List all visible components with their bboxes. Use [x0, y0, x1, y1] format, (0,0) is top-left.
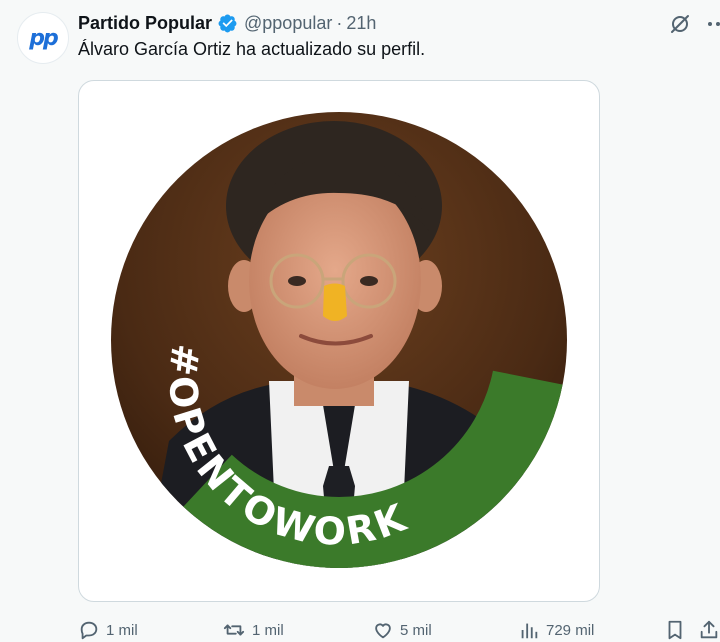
like-count: 5 mil: [400, 621, 432, 639]
author-handle[interactable]: @ppopular: [244, 13, 332, 34]
avatar[interactable]: pp: [17, 12, 69, 64]
reply-icon: [80, 621, 98, 640]
reply-button[interactable]: 1 mil: [78, 618, 138, 642]
views-button[interactable]: 729 mil: [518, 618, 594, 642]
profile-photo-frame: #OPENTOWORK: [111, 112, 567, 568]
tweet-actions: 1 mil 1 mil 5 mil 729 mil: [78, 618, 720, 642]
heart-icon: [375, 623, 391, 639]
avatar-logo: pp: [29, 25, 58, 51]
views-count: 729 mil: [546, 621, 595, 639]
bookmark-button[interactable]: [664, 618, 686, 642]
share-icon: [700, 620, 718, 639]
reply-count: 1 mil: [106, 621, 138, 639]
grok-icon: [671, 15, 689, 33]
tweet[interactable]: pp Partido Popular @ppopular · 21h Álvar…: [0, 0, 720, 642]
separator-dot: ·: [336, 12, 343, 33]
verified-badge-icon: [217, 13, 238, 34]
timestamp[interactable]: 21h: [346, 13, 376, 34]
tweet-media[interactable]: #OPENTOWORK: [78, 80, 600, 602]
share-button[interactable]: [698, 618, 720, 642]
more-button[interactable]: [700, 10, 720, 38]
display-name[interactable]: Partido Popular: [78, 13, 212, 34]
views-icon: [521, 623, 538, 639]
more-icon: [708, 22, 720, 26]
grok-button[interactable]: [666, 10, 694, 38]
bookmark-icon: [668, 620, 682, 640]
retweet-icon: [223, 624, 245, 636]
retweet-count: 1 mil: [252, 621, 284, 639]
tweet-text: Álvaro García Ortiz ha actualizado su pe…: [78, 39, 426, 59]
like-button[interactable]: 5 mil: [372, 618, 432, 642]
tweet-header: Partido Popular @ppopular · 21h: [78, 11, 376, 35]
retweet-button[interactable]: 1 mil: [222, 618, 284, 642]
